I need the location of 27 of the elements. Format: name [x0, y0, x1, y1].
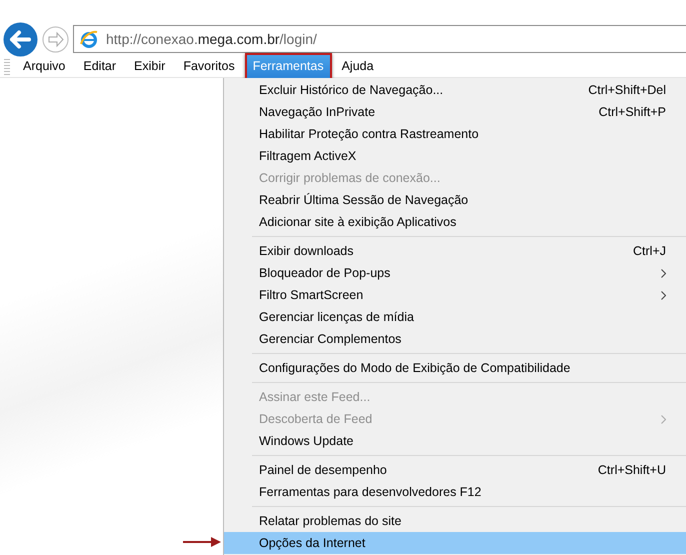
address-field[interactable]: http://conexao.mega.com.br/login/: [73, 25, 686, 53]
menu-item[interactable]: Filtragem ActiveX: [224, 145, 686, 167]
menu-item[interactable]: Excluir Histórico de Navegação... Ctrl+Shift+Del: [224, 79, 686, 101]
menu-item[interactable]: Habilitar Proteção contra Rastreamento: [224, 123, 686, 145]
url-text: http://conexao.mega.com.br/login/: [106, 30, 317, 49]
menu-item[interactable]: Ferramentas para desenvolvedores F12: [224, 481, 686, 503]
menu-bar-item[interactable]: Arquivo: [15, 53, 74, 80]
menu-bar-item[interactable]: Favoritos: [175, 53, 243, 80]
menu-item[interactable]: Exibir downloads Ctrl+J: [224, 240, 686, 262]
menu-item[interactable]: Adicionar site à exibição Aplicativos: [224, 211, 686, 233]
back-icon[interactable]: [3, 22, 38, 56]
menu-item[interactable]: Navegação InPrivate Ctrl+Shift+P: [224, 101, 686, 123]
menu-bar-item[interactable]: Exibir: [126, 53, 174, 80]
arrow: [183, 537, 221, 547]
menu-item[interactable]: Windows Update: [224, 430, 686, 452]
menu-item[interactable]: Filtro SmartScreen: [224, 284, 686, 306]
menu-item[interactable]: Gerenciar Complementos: [224, 328, 686, 350]
menu-item[interactable]: Painel de desempenho Ctrl+Shift+U: [224, 459, 686, 481]
menu-item[interactable]: Reabrir Última Sessão de Navegação: [224, 189, 686, 211]
menu-item[interactable]: Configurações do Modo de Exibição de Compatibilidade: [224, 357, 686, 379]
browser-icon: [80, 30, 98, 48]
menu-item[interactable]: Bloqueador de Pop-ups: [224, 262, 686, 284]
menu-bar-item[interactable]: Ajuda: [334, 53, 382, 80]
menu-item[interactable]: Relatar problemas do site: [224, 510, 686, 532]
menu-bar-item[interactable]: Editar: [75, 53, 124, 80]
menu-item[interactable]: Opções da Internet: [224, 532, 686, 554]
menu-item[interactable]: Gerenciar licenças de mídia: [224, 306, 686, 328]
